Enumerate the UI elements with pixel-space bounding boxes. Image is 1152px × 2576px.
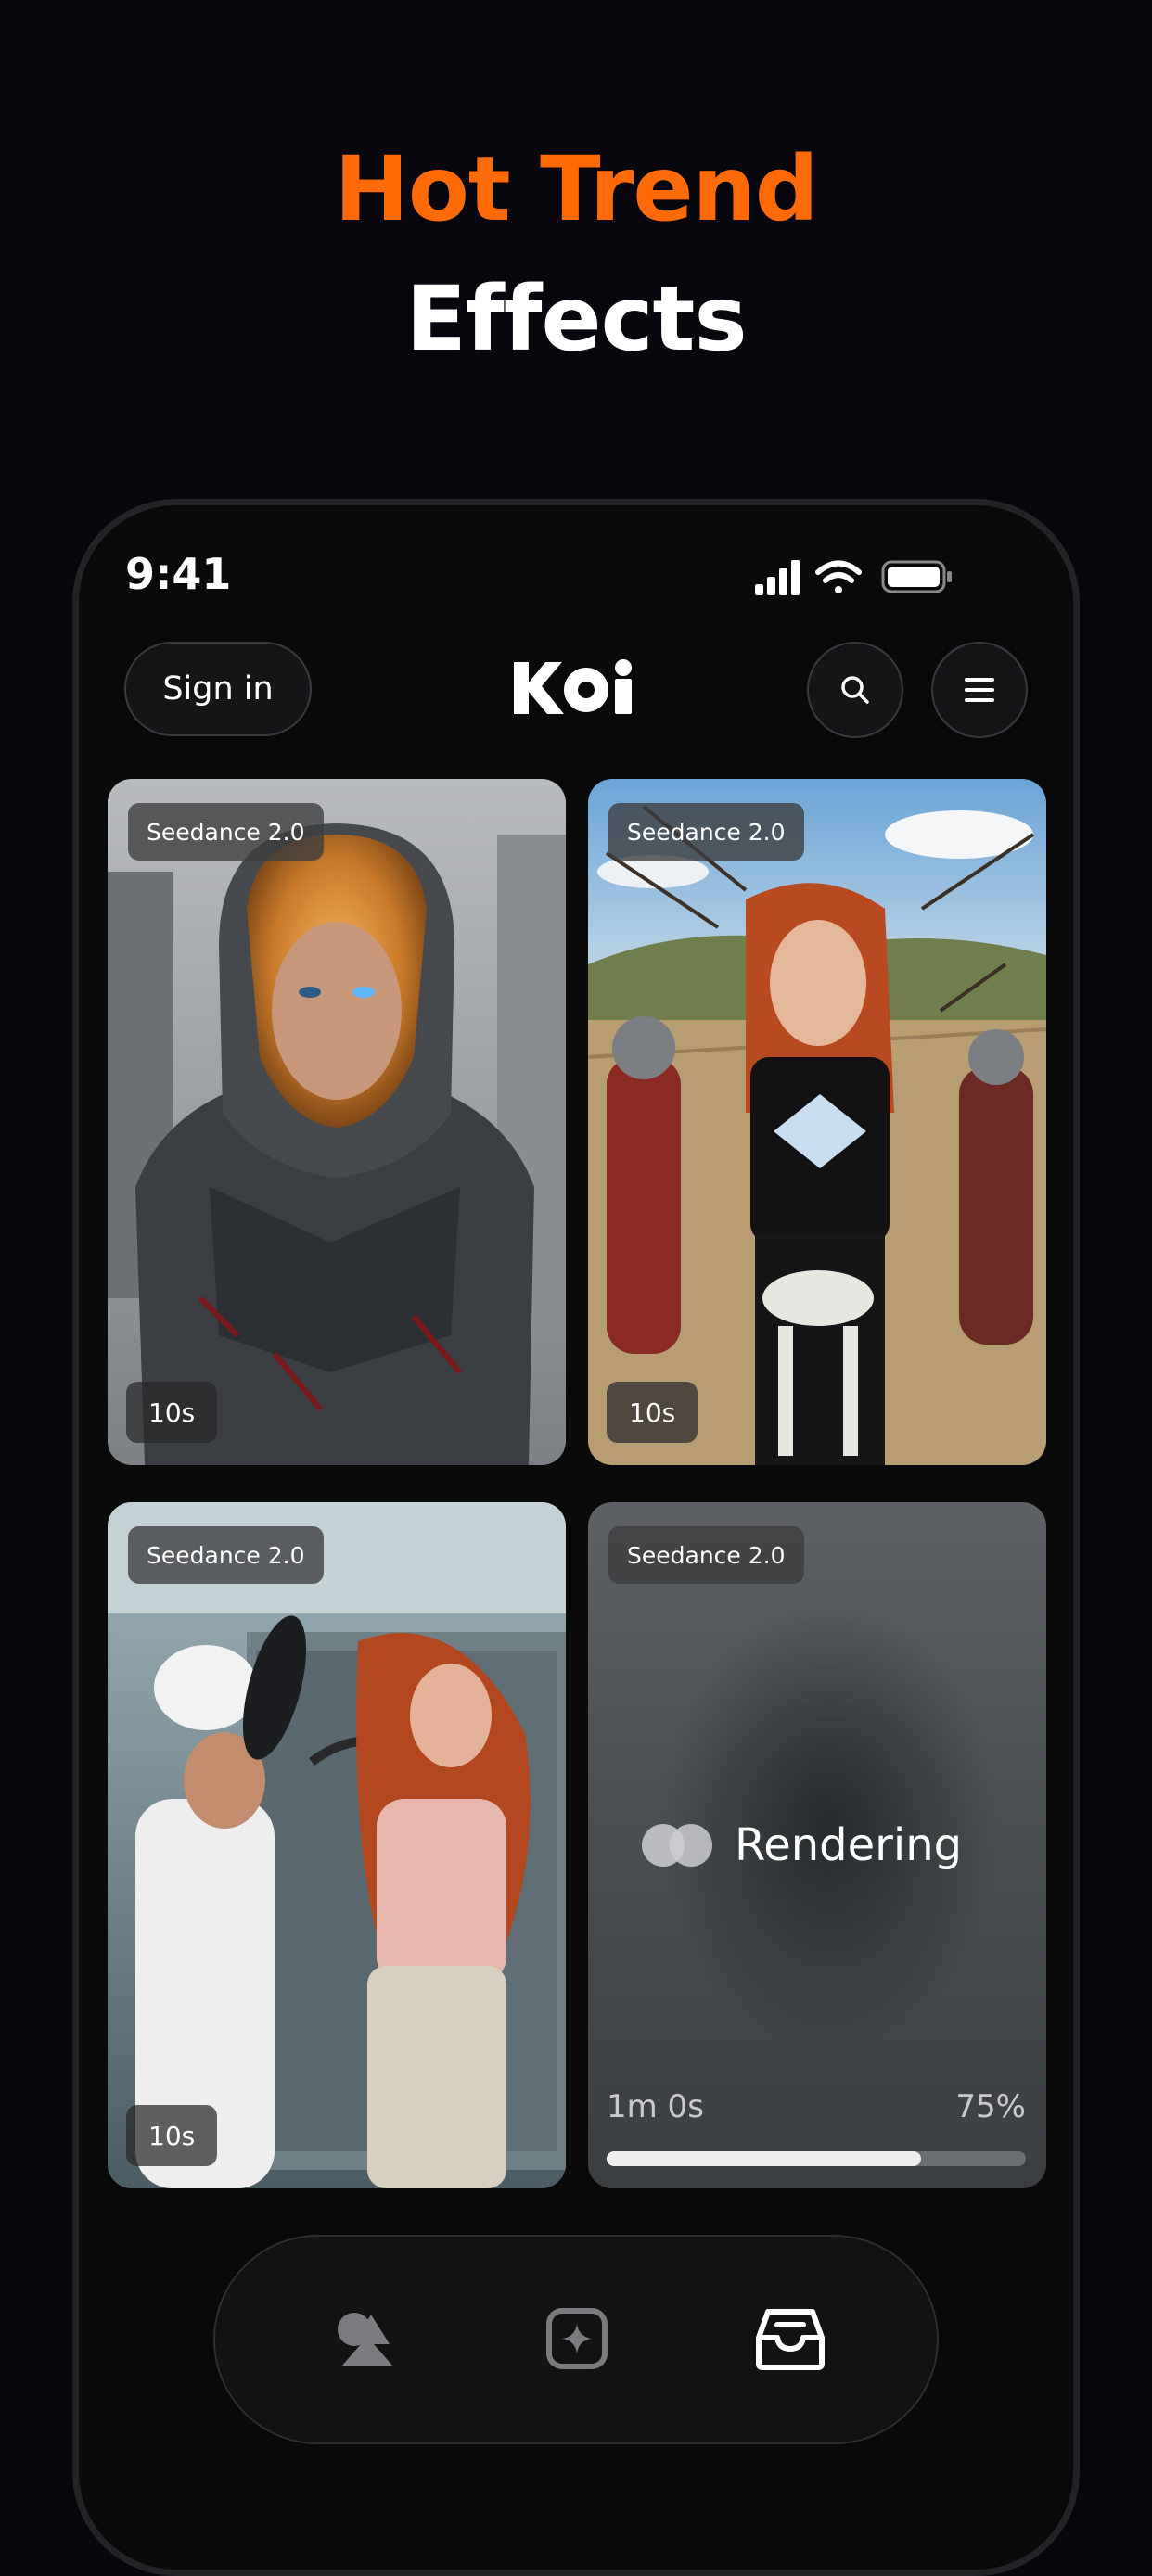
effect-card-soldier[interactable]: Seedance 2.0 10s: [108, 779, 566, 1465]
menu-button[interactable]: [931, 642, 1028, 738]
duration-badge: 10s: [607, 1382, 698, 1443]
koi-logo: [514, 659, 632, 714]
search-button[interactable]: [807, 642, 903, 738]
effect-card-rendering[interactable]: Seedance 2.0 Rendering 1m 0s 75%: [588, 1502, 1046, 2188]
status-icons: [755, 560, 952, 595]
promo-title-line1: Hot Trend: [334, 137, 818, 241]
tab-effects[interactable]: [317, 2292, 410, 2385]
sign-in-button[interactable]: Sign in: [124, 642, 312, 736]
model-badge: Seedance 2.0: [128, 803, 324, 861]
menu-icon: [965, 678, 994, 702]
effect-card-battlefield[interactable]: Seedance 2.0 10s: [588, 779, 1046, 1465]
tab-library[interactable]: [744, 2292, 837, 2385]
duration-badge: 10s: [126, 2105, 218, 2166]
rendering-label: Rendering: [735, 1819, 963, 1871]
promo-title-line2: Effects: [405, 267, 747, 371]
card-image-soldier: [108, 779, 566, 1465]
model-badge: Seedance 2.0: [128, 1526, 324, 1584]
battery-icon: [881, 560, 952, 593]
shapes-icon: [338, 2313, 393, 2366]
wifi-icon: [815, 560, 862, 593]
duration-badge: 10s: [126, 1382, 218, 1443]
model-badge: Seedance 2.0: [608, 1526, 804, 1584]
tab-create[interactable]: [531, 2292, 623, 2385]
card-image-kitchen: [108, 1502, 566, 2188]
loading-dots-icon: [642, 1824, 716, 1867]
search-icon: [841, 676, 869, 704]
model-badge: Seedance 2.0: [608, 803, 804, 861]
cellular-signal-icon: [755, 560, 800, 595]
inbox-icon: [756, 2309, 825, 2370]
rendering-status: Rendering: [642, 1819, 962, 1871]
effect-card-kitchen[interactable]: Seedance 2.0 10s: [108, 1502, 566, 2188]
sparkle-icon: [546, 2308, 608, 2369]
status-time: 9:41: [125, 549, 232, 599]
card-image-battlefield: [588, 779, 1046, 1465]
progress-bar: [607, 2151, 1026, 2166]
bottom-tab-bar: [213, 2235, 939, 2444]
elapsed-time: 1m 0s: [607, 2088, 704, 2125]
progress-percent: 75%: [955, 2088, 1026, 2125]
progress-bar-fill: [607, 2151, 921, 2166]
